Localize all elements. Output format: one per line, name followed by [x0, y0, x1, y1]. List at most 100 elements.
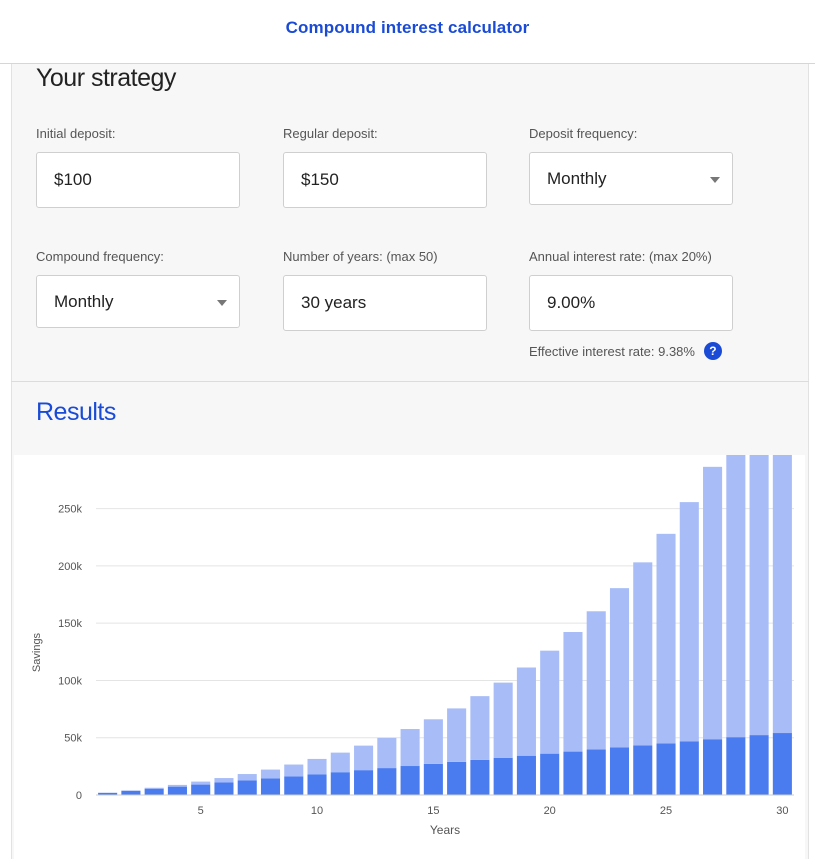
bar-interest	[447, 708, 467, 762]
bar-interest	[516, 667, 536, 756]
bar-interest	[633, 562, 653, 746]
y-tick-label: 100k	[58, 675, 82, 687]
bar-interest	[540, 650, 560, 754]
bar-deposits	[656, 743, 676, 795]
bar-interest	[423, 719, 443, 764]
bar-interest	[749, 455, 769, 736]
interest-rate-label: Annual interest rate: (max 20%)	[529, 249, 712, 264]
bar-deposits	[703, 739, 723, 795]
deposit-frequency-select[interactable]: Monthly	[529, 152, 733, 205]
bar-interest	[214, 778, 234, 783]
bar-deposits	[772, 733, 792, 795]
regular-deposit-input[interactable]	[301, 170, 486, 190]
regular-deposit-label: Regular deposit:	[283, 126, 378, 141]
initial-deposit-field[interactable]	[36, 152, 240, 208]
x-axis-label: Years	[430, 823, 460, 837]
savings-bar-chart: 0 50k 100k 150k 200k 250k 5 10 15 20 25 30 Years Savi…	[31, 455, 794, 837]
y-tick-label: 200k	[58, 561, 82, 573]
x-tick-label: 5	[198, 805, 204, 817]
effective-rate-text: Effective interest rate: 9.38%	[529, 343, 695, 359]
bar-interest	[354, 745, 374, 771]
effective-rate: Effective interest rate: 9.38% ?	[529, 342, 722, 360]
bar-deposits	[493, 757, 513, 795]
bar-deposits	[586, 749, 606, 795]
bar-deposits	[447, 761, 467, 795]
y-tick-label: 50k	[64, 733, 82, 745]
bar-deposits	[609, 747, 630, 795]
bar-interest	[772, 455, 792, 734]
compound-frequency-label: Compound frequency:	[36, 249, 164, 264]
help-icon[interactable]: ?	[703, 342, 722, 360]
bar-interest	[307, 758, 327, 775]
bar-interest	[656, 533, 676, 744]
chevron-down-icon	[217, 299, 227, 306]
bar-interest	[586, 611, 606, 750]
y-tick-label: 250k	[58, 504, 82, 516]
bar-deposits	[284, 776, 304, 795]
bar-interest	[144, 787, 164, 789]
bar-interest	[237, 774, 257, 781]
bar-deposits	[377, 768, 397, 795]
bar-interest	[563, 632, 583, 752]
bar-deposits	[144, 788, 164, 795]
x-tick-label: 25	[660, 805, 672, 817]
bar-deposits	[214, 782, 234, 795]
deposit-frequency-label: Deposit frequency:	[529, 126, 638, 141]
app-header: Compound interest calculator	[0, 0, 815, 64]
bar-deposits	[633, 745, 653, 795]
bar-deposits	[330, 772, 350, 795]
x-tick-label: 20	[544, 805, 556, 817]
interest-rate-input[interactable]	[547, 293, 732, 313]
years-field[interactable]	[283, 275, 487, 331]
bar-deposits	[563, 751, 583, 795]
strategy-heading: Your strategy	[36, 64, 176, 92]
x-tick-label: 15	[427, 805, 439, 817]
deposit-frequency-value: Monthly	[547, 168, 607, 188]
bar-deposits	[191, 784, 211, 795]
page-title: Compound interest calculator	[285, 17, 530, 37]
bar-deposits	[749, 735, 769, 795]
chevron-down-icon	[710, 176, 720, 183]
bar-interest	[330, 752, 350, 773]
compound-frequency-value: Monthly	[54, 291, 114, 311]
bar-deposits	[354, 770, 374, 795]
initial-deposit-input[interactable]	[54, 170, 239, 190]
bar-deposits	[540, 753, 560, 795]
bar-interest	[377, 737, 397, 769]
bar-deposits	[400, 766, 420, 795]
years-label: Number of years: (max 50)	[283, 249, 438, 264]
bar-deposits	[121, 790, 141, 795]
compound-frequency-select[interactable]: Monthly	[36, 275, 240, 328]
bar-deposits	[307, 774, 327, 795]
y-axis-label: Savings	[31, 632, 43, 672]
results-heading: Results	[36, 398, 116, 426]
bar-deposits	[470, 759, 490, 795]
bar-deposits	[237, 780, 257, 795]
bar-interest	[470, 696, 490, 760]
x-tick-label: 30	[776, 805, 788, 817]
bar-deposits	[726, 737, 746, 795]
bar-deposits	[679, 741, 699, 795]
bar-interest	[191, 781, 211, 785]
bar-interest	[400, 729, 420, 767]
bar-deposits	[167, 786, 187, 795]
bar-interest	[284, 764, 304, 777]
bar-interest	[726, 455, 746, 738]
bar-interest	[609, 588, 630, 748]
y-tick-label: 0	[76, 790, 82, 802]
bar-deposits	[516, 755, 536, 795]
bar-interest	[679, 502, 699, 742]
bar-interest	[493, 682, 513, 758]
x-tick-label: 10	[311, 805, 323, 817]
interest-rate-field[interactable]	[529, 275, 733, 331]
bar-interest	[167, 784, 187, 787]
bar-interest	[260, 769, 281, 779]
y-tick-label: 150k	[58, 618, 82, 630]
regular-deposit-field[interactable]	[283, 152, 487, 208]
section-divider	[11, 381, 809, 382]
bar-deposits	[423, 763, 443, 795]
bar-deposits	[260, 778, 281, 795]
years-input[interactable]	[301, 293, 486, 313]
initial-deposit-label: Initial deposit:	[36, 126, 116, 141]
results-chart-card: 0 50k 100k 150k 200k 250k 5 10 15 20 25 30 Years Savi…	[14, 455, 805, 859]
